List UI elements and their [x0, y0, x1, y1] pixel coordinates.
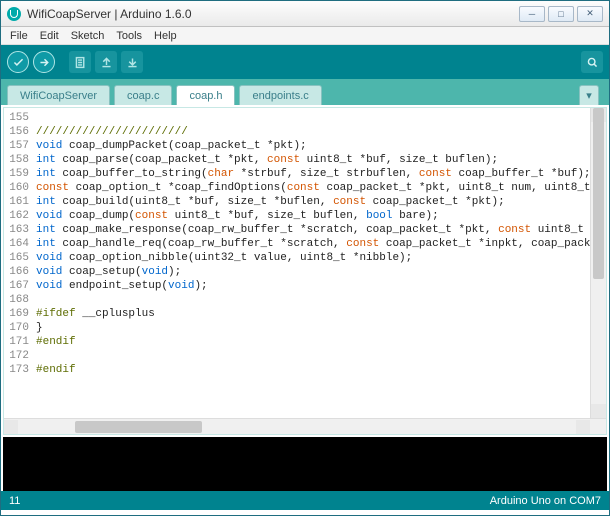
new-sketch-button[interactable] [69, 51, 91, 73]
tab-coap-c[interactable]: coap.c [114, 85, 172, 105]
toolbar [1, 45, 609, 79]
minimize-button[interactable]: ─ [519, 6, 545, 22]
status-line-number: 11 [9, 495, 20, 507]
horizontal-scroll-thumb[interactable] [75, 421, 201, 433]
code-editor[interactable]: /////////////////////// void coap_dumpPa… [34, 108, 590, 418]
open-sketch-button[interactable] [95, 51, 117, 73]
window-titlebar: WifiCoapServer | Arduino 1.6.0 ─ □ ✕ [1, 1, 609, 27]
tab-dropdown-button[interactable]: ▾ [579, 85, 599, 105]
scroll-down-arrow-icon[interactable] [591, 404, 606, 418]
upload-button[interactable] [33, 51, 55, 73]
window-controls: ─ □ ✕ [519, 6, 603, 22]
scroll-right-arrow-icon[interactable] [576, 420, 590, 434]
console-output [3, 437, 607, 491]
menu-tools[interactable]: Tools [111, 30, 147, 42]
menu-file[interactable]: File [5, 30, 33, 42]
verify-button[interactable] [7, 51, 29, 73]
status-bar: 11 Arduino Uno on COM7 [1, 491, 609, 510]
menu-bar: File Edit Sketch Tools Help [1, 27, 609, 45]
serial-monitor-button[interactable] [581, 51, 603, 73]
tab-bar: WifiCoapServer coap.c coap.h endpoints.c… [1, 79, 609, 105]
arduino-logo-icon [7, 7, 21, 21]
menu-sketch[interactable]: Sketch [66, 30, 110, 42]
status-board-port: Arduino Uno on COM7 [490, 495, 601, 507]
window-title: WifiCoapServer | Arduino 1.6.0 [27, 7, 519, 21]
menu-help[interactable]: Help [149, 30, 182, 42]
save-sketch-button[interactable] [121, 51, 143, 73]
tab-wificoapserver[interactable]: WifiCoapServer [7, 85, 110, 105]
horizontal-scrollbar[interactable] [4, 418, 606, 434]
menu-edit[interactable]: Edit [35, 30, 64, 42]
tab-coap-h[interactable]: coap.h [176, 85, 235, 105]
editor-pane: 155 156 157 158 159 160 161 162 163 164 … [3, 107, 607, 435]
vertical-scrollbar[interactable] [590, 108, 606, 418]
maximize-button[interactable]: □ [548, 6, 574, 22]
close-button[interactable]: ✕ [577, 6, 603, 22]
tab-endpoints-c[interactable]: endpoints.c [239, 85, 321, 105]
line-number-gutter: 155 156 157 158 159 160 161 162 163 164 … [4, 108, 34, 418]
vertical-scroll-thumb[interactable] [593, 108, 604, 279]
scroll-left-arrow-icon[interactable] [4, 420, 18, 434]
